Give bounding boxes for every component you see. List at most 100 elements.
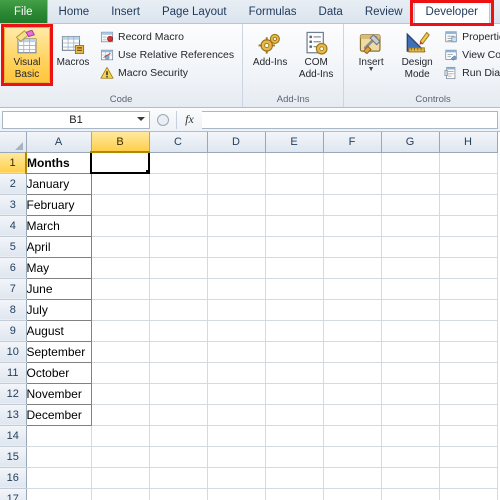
row-header-8[interactable]: 8 <box>0 299 27 321</box>
formula-bar-buttons[interactable] <box>150 111 176 129</box>
cell-E7[interactable] <box>265 278 324 300</box>
cell-F14[interactable] <box>323 425 382 447</box>
ribbon-button-macro-security-warning[interactable]: Macro Security <box>96 64 238 82</box>
cell-E12[interactable] <box>265 383 324 405</box>
cell-D9[interactable] <box>207 320 266 342</box>
cell-H12[interactable] <box>439 383 498 405</box>
cell-B9[interactable] <box>91 320 150 342</box>
ribbon-button-run-dialog[interactable]: Run Dialog <box>440 64 500 82</box>
cell-G8[interactable] <box>381 299 440 321</box>
ribbon-tab-formulas[interactable]: Formulas <box>238 0 308 23</box>
cell-H17[interactable] <box>439 488 498 500</box>
row-header-2[interactable]: 2 <box>0 173 27 195</box>
cell-E5[interactable] <box>265 236 324 258</box>
cell-F3[interactable] <box>323 194 382 216</box>
row-header-1[interactable]: 1 <box>0 152 27 174</box>
ribbon-tab-data[interactable]: Data <box>308 0 354 23</box>
cell-D5[interactable] <box>207 236 266 258</box>
cell-D12[interactable] <box>207 383 266 405</box>
cell-A2[interactable]: January <box>25 172 92 195</box>
column-header-D[interactable]: D <box>207 132 266 153</box>
column-header-H[interactable]: H <box>439 132 498 153</box>
cell-F5[interactable] <box>323 236 382 258</box>
cell-A13[interactable]: December <box>25 403 92 426</box>
insert-function-icon[interactable]: fx <box>176 110 202 129</box>
cell-H11[interactable] <box>439 362 498 384</box>
fill-handle[interactable] <box>145 169 147 171</box>
cell-B4[interactable] <box>91 215 150 237</box>
cell-G4[interactable] <box>381 215 440 237</box>
cell-D6[interactable] <box>207 257 266 279</box>
cell-B6[interactable] <box>91 257 150 279</box>
cell-C16[interactable] <box>149 467 208 489</box>
cell-H15[interactable] <box>439 446 498 468</box>
cell-C7[interactable] <box>149 278 208 300</box>
cell-F10[interactable] <box>323 341 382 363</box>
cell-G16[interactable] <box>381 467 440 489</box>
cell-C11[interactable] <box>149 362 208 384</box>
cell-C4[interactable] <box>149 215 208 237</box>
row-header-17[interactable]: 17 <box>0 488 27 500</box>
cell-A4[interactable]: March <box>25 214 92 237</box>
ribbon-tab-developer[interactable]: Developer <box>413 0 490 24</box>
row-header-5[interactable]: 5 <box>0 236 27 258</box>
row-header-14[interactable]: 14 <box>0 425 27 447</box>
cell-C6[interactable] <box>149 257 208 279</box>
cell-C1[interactable] <box>149 152 208 174</box>
cell-B12[interactable] <box>91 383 150 405</box>
column-header-B[interactable]: B <box>91 132 150 153</box>
cell-A5[interactable]: April <box>25 235 92 258</box>
cell-H16[interactable] <box>439 467 498 489</box>
cell-G6[interactable] <box>381 257 440 279</box>
cell-A9[interactable]: August <box>25 319 92 342</box>
cell-C15[interactable] <box>149 446 208 468</box>
cell-F17[interactable] <box>323 488 382 500</box>
cell-D17[interactable] <box>207 488 266 500</box>
function-wizard-icon[interactable] <box>156 113 170 127</box>
cell-B16[interactable] <box>91 467 150 489</box>
cell-F16[interactable] <box>323 467 382 489</box>
cell-D2[interactable] <box>207 173 266 195</box>
cell-C12[interactable] <box>149 383 208 405</box>
cell-E8[interactable] <box>265 299 324 321</box>
cell-A15[interactable] <box>26 446 92 468</box>
cell-G9[interactable] <box>381 320 440 342</box>
row-header-12[interactable]: 12 <box>0 383 27 405</box>
ribbon-button-insert-control[interactable]: Insert ▼ <box>348 27 394 75</box>
column-header-A[interactable]: A <box>26 132 92 153</box>
ribbon-button-properties[interactable]: Properties <box>440 28 500 46</box>
cell-A3[interactable]: February <box>25 193 92 216</box>
cell-B15[interactable] <box>91 446 150 468</box>
cell-H1[interactable] <box>439 152 498 174</box>
cell-F2[interactable] <box>323 173 382 195</box>
cell-C9[interactable] <box>149 320 208 342</box>
cell-E17[interactable] <box>265 488 324 500</box>
cell-H6[interactable] <box>439 257 498 279</box>
ribbon-tab-file[interactable]: File <box>0 0 48 23</box>
cell-A10[interactable]: September <box>25 340 92 363</box>
cell-E4[interactable] <box>265 215 324 237</box>
cell-C10[interactable] <box>149 341 208 363</box>
select-all-corner[interactable] <box>0 132 27 153</box>
cell-A11[interactable]: October <box>25 361 92 384</box>
ribbon-button-com-add-ins[interactable]: COM Add-Ins <box>293 27 339 83</box>
column-header-F[interactable]: F <box>323 132 382 153</box>
cell-F11[interactable] <box>323 362 382 384</box>
cell-F6[interactable] <box>323 257 382 279</box>
cell-C2[interactable] <box>149 173 208 195</box>
cell-F4[interactable] <box>323 215 382 237</box>
column-header-C[interactable]: C <box>149 132 208 153</box>
cell-H5[interactable] <box>439 236 498 258</box>
cell-D10[interactable] <box>207 341 266 363</box>
row-header-16[interactable]: 16 <box>0 467 27 489</box>
ribbon-tab-page-layout[interactable]: Page Layout <box>151 0 238 23</box>
cell-G2[interactable] <box>381 173 440 195</box>
cell-G12[interactable] <box>381 383 440 405</box>
cell-B5[interactable] <box>91 236 150 258</box>
cell-D15[interactable] <box>207 446 266 468</box>
ribbon-tab-review[interactable]: Review <box>354 0 414 23</box>
ribbon-button-visual-basic[interactable]: Visual Basic <box>4 27 50 83</box>
cell-B1[interactable] <box>90 151 150 174</box>
formula-input[interactable] <box>202 110 498 129</box>
name-box[interactable]: B1 <box>2 110 150 129</box>
